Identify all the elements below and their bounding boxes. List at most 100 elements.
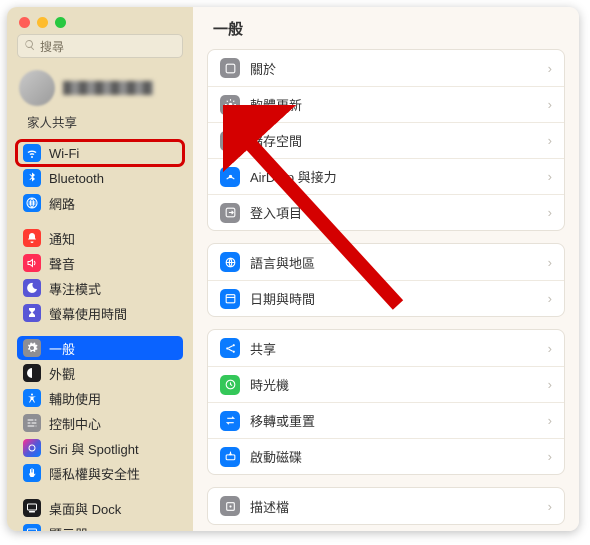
sidebar-item-wifi[interactable]: Wi-Fi [17, 141, 183, 165]
search-wrap: 搜尋 [7, 34, 193, 66]
chevron-right-icon: › [548, 97, 552, 112]
chevron-right-icon: › [548, 291, 552, 306]
sidebar-item-label: 聲音 [49, 254, 75, 273]
chevron-right-icon: › [548, 61, 552, 76]
row-time-machine[interactable]: 時光機 › [208, 366, 564, 402]
row-label: 登入項目 [250, 203, 538, 222]
accessibility-icon [23, 389, 41, 407]
sidebar-item-control-center[interactable]: 控制中心 [17, 411, 183, 435]
sidebar-item-label: 一般 [49, 339, 75, 358]
sidebar-item-general[interactable]: 一般 [17, 336, 183, 360]
row-profiles[interactable]: 描述檔 › [208, 488, 564, 524]
row-language-region[interactable]: 語言與地區 › [208, 244, 564, 280]
moon-icon [23, 279, 41, 297]
sidebar-item-privacy[interactable]: 隱私權與安全性 [17, 461, 183, 485]
group-2: 語言與地區 › 日期與時間 › [207, 243, 565, 317]
sidebar-item-label: 網路 [49, 194, 75, 213]
sidebar-item-label: 外觀 [49, 364, 75, 383]
row-transfer-reset[interactable]: 移轉或重置 › [208, 402, 564, 438]
siri-icon [23, 439, 41, 457]
search-input[interactable]: 搜尋 [17, 34, 183, 58]
minimize-icon[interactable] [37, 17, 48, 28]
settings-window: 搜尋 家人共享 Wi-Fi Bluetooth [7, 7, 579, 531]
calendar-icon [220, 289, 240, 309]
disk-icon [220, 131, 240, 151]
sidebar-item-label: Wi-Fi [49, 146, 79, 161]
close-icon[interactable] [19, 17, 30, 28]
sidebar-item-displays[interactable]: 顯示器 [17, 521, 183, 531]
sidebar-item-accessibility[interactable]: 輔助使用 [17, 386, 183, 410]
row-label: 描述檔 [250, 497, 538, 516]
sidebar-item-label: 顯示器 [49, 524, 88, 532]
group-3: 共享 › 時光機 › 移轉或重置 › 啟動磁碟 › [207, 329, 565, 475]
chevron-right-icon: › [548, 413, 552, 428]
globe-icon [23, 194, 41, 212]
sidebar-item-network[interactable]: 網路 [17, 191, 183, 215]
hourglass-icon [23, 304, 41, 322]
sidebar-item-bluetooth[interactable]: Bluetooth [17, 166, 183, 190]
sidebar-item-label: 桌面與 Dock [49, 499, 121, 518]
chevron-right-icon: › [548, 205, 552, 220]
share-icon [220, 338, 240, 358]
sidebar-item-label: 控制中心 [49, 414, 101, 433]
chevron-right-icon: › [548, 255, 552, 270]
sidebar-item-label: 輔助使用 [49, 389, 101, 408]
speaker-icon [23, 254, 41, 272]
sidebar-nav: Wi-Fi Bluetooth 網路 通知 [7, 139, 193, 531]
chevron-right-icon: › [548, 169, 552, 184]
chevron-right-icon: › [548, 499, 552, 514]
bell-icon [23, 229, 41, 247]
sidebar-item-label: 隱私權與安全性 [49, 464, 140, 483]
login-icon [220, 203, 240, 223]
row-sharing[interactable]: 共享 › [208, 330, 564, 366]
gear-icon [220, 95, 240, 115]
sliders-icon [23, 414, 41, 432]
row-storage[interactable]: 儲存空間 › [208, 122, 564, 158]
row-label: 儲存空間 [250, 131, 538, 150]
row-label: AirDrop 與接力 [250, 167, 538, 186]
group-4: 描述檔 › [207, 487, 565, 525]
fullscreen-icon[interactable] [55, 17, 66, 28]
family-sharing-link[interactable]: 家人共享 [7, 112, 193, 139]
window-controls [7, 7, 193, 34]
sidebar-item-screentime[interactable]: 螢幕使用時間 [17, 301, 183, 325]
row-label: 共享 [250, 339, 538, 358]
page-title: 一般 [193, 7, 579, 49]
startup-disk-icon [220, 447, 240, 467]
row-login-items[interactable]: 登入項目 › [208, 194, 564, 230]
search-placeholder: 搜尋 [40, 38, 64, 55]
account-name [63, 81, 153, 95]
row-label: 軟體更新 [250, 95, 538, 114]
chevron-right-icon: › [548, 377, 552, 392]
row-label: 日期與時間 [250, 289, 538, 308]
main-panel: 一般 關於 › 軟體更新 › 儲存空間 › [193, 7, 579, 531]
row-label: 啟動磁碟 [250, 447, 538, 466]
airdrop-icon [220, 167, 240, 187]
sidebar-item-label: 專注模式 [49, 279, 101, 298]
sidebar-item-focus[interactable]: 專注模式 [17, 276, 183, 300]
wifi-icon [23, 144, 41, 162]
sidebar-item-sound[interactable]: 聲音 [17, 251, 183, 275]
chevron-right-icon: › [548, 341, 552, 356]
chevron-right-icon: › [548, 449, 552, 464]
profile-icon [220, 496, 240, 516]
row-software-update[interactable]: 軟體更新 › [208, 86, 564, 122]
sidebar-item-appearance[interactable]: 外觀 [17, 361, 183, 385]
account-row[interactable] [7, 66, 193, 112]
row-about[interactable]: 關於 › [208, 50, 564, 86]
row-airdrop[interactable]: AirDrop 與接力 › [208, 158, 564, 194]
sidebar-item-siri[interactable]: Siri 與 Spotlight [17, 436, 183, 460]
display-icon [23, 524, 41, 531]
search-icon [24, 39, 36, 54]
row-label: 移轉或重置 [250, 411, 538, 430]
sidebar-item-label: 螢幕使用時間 [49, 304, 127, 323]
sidebar-item-notifications[interactable]: 通知 [17, 226, 183, 250]
row-startup-disk[interactable]: 啟動磁碟 › [208, 438, 564, 474]
sidebar-item-desktop-dock[interactable]: 桌面與 Dock [17, 496, 183, 520]
sidebar-item-label: Siri 與 Spotlight [49, 439, 139, 458]
sidebar: 搜尋 家人共享 Wi-Fi Bluetooth [7, 7, 193, 531]
bluetooth-icon [23, 169, 41, 187]
row-date-time[interactable]: 日期與時間 › [208, 280, 564, 316]
sidebar-item-label: 通知 [49, 229, 75, 248]
info-icon [220, 58, 240, 78]
